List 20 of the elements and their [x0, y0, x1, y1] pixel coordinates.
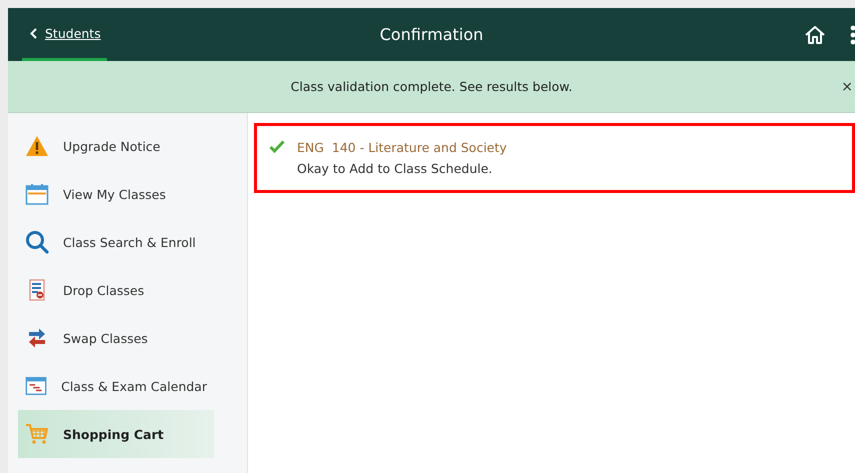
calendar-icon [25, 183, 49, 205]
sidebar-item[interactable]: Upgrade Notice [18, 122, 207, 170]
warning-icon [25, 135, 49, 157]
status-message: Okay to Add to Class Schedule. [297, 161, 494, 176]
menu-icon[interactable] [850, 24, 855, 44]
banner-message: Class validation complete. See results below. [290, 79, 572, 94]
sidebar-item[interactable]: Class Search & Enroll [18, 218, 207, 266]
sidebar-item[interactable]: Class & Exam Calendar [18, 362, 207, 410]
chevron-left-icon [30, 28, 37, 38]
search-icon [25, 230, 49, 254]
sidebar-item[interactable]: Shopping Cart [18, 410, 214, 458]
close-button[interactable]: × [841, 78, 853, 94]
calendar-icon [25, 375, 48, 397]
sidebar-item[interactable]: Swap Classes [18, 314, 207, 362]
home-icon[interactable] [804, 24, 826, 44]
sidebar-item[interactable]: View My Classes [18, 170, 207, 218]
sidebar-item[interactable]: Drop Classes [18, 266, 207, 314]
cart-icon [25, 423, 49, 445]
page-title: Confirmation [380, 25, 484, 44]
course-title: ENG 140 - Literature and Society [297, 140, 507, 155]
